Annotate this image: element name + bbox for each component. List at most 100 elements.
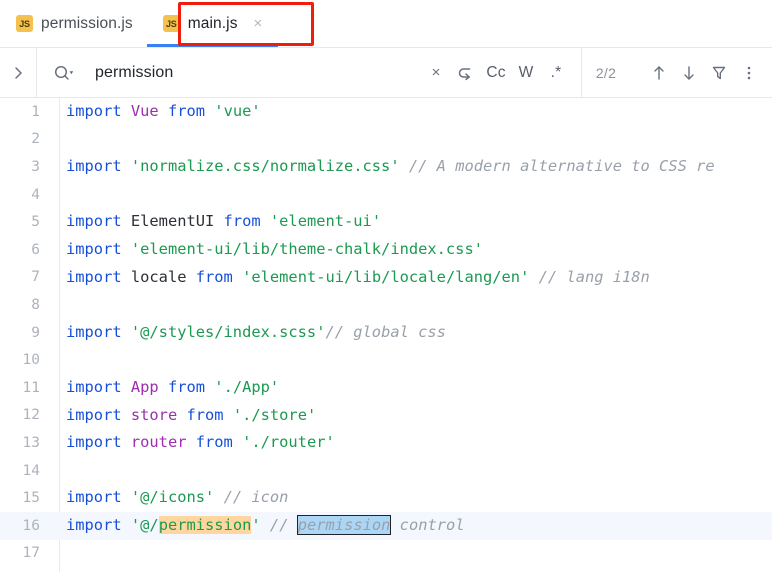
code-token: 'normalize.css/normalize.css'	[130, 157, 400, 176]
code-line[interactable]: 13 import router from './router'	[0, 429, 772, 457]
match-count-label: 2/2	[595, 64, 617, 81]
whole-words-button[interactable]: W	[511, 58, 541, 88]
code-token: import	[66, 212, 131, 231]
find-options: × Cc W .*	[421, 58, 581, 88]
more-options-icon[interactable]	[734, 58, 764, 88]
code-token: // A modern alternative to CSS re	[408, 157, 715, 176]
code-token: 'element-ui'	[269, 212, 382, 231]
filter-icon[interactable]	[704, 58, 734, 88]
code-token: '@/	[130, 516, 159, 534]
code-line[interactable]: 10	[0, 346, 772, 374]
code-token: store	[130, 405, 187, 424]
code-line[interactable]: 15 import '@/icons' // icon	[0, 484, 772, 512]
code-token: ElementUI	[130, 212, 224, 231]
code-line[interactable]: 11 import App from './App'	[0, 374, 772, 402]
code-line[interactable]: 9 import '@/styles/index.scss'// global c…	[0, 319, 772, 347]
code-token: '@/styles/index.scss'	[130, 322, 326, 341]
code-token: 'element-ui/lib/theme-chalk/index.css'	[130, 240, 483, 259]
code-token: // icon	[223, 488, 289, 507]
code-line[interactable]: 2	[0, 126, 772, 154]
code-token: import	[66, 488, 131, 507]
search-input[interactable]	[77, 48, 421, 97]
code-line[interactable]: 8	[0, 291, 772, 319]
code-line[interactable]: 3 import 'normalize.css/normalize.css' //…	[0, 153, 772, 181]
code-editor[interactable]: 1 import Vue from 'vue' 2 3 import 'normaliz…	[0, 98, 772, 574]
clear-search-icon[interactable]: ×	[421, 58, 451, 88]
code-token: from	[186, 405, 233, 424]
code-line-text: import ElementUI from 'element-ui'	[54, 214, 381, 229]
preserve-case-icon[interactable]	[451, 58, 481, 88]
code-token: locale	[130, 267, 196, 286]
code-token: //	[269, 516, 298, 534]
code-line[interactable]: 4	[0, 181, 772, 209]
code-token: App	[130, 378, 168, 397]
code-line[interactable]: 1 import Vue from 'vue'	[0, 98, 772, 126]
code-line[interactable]: 16 import '@/permission' // permission co…	[0, 511, 772, 540]
code-token: import	[66, 240, 131, 259]
code-token: // lang i18n	[538, 267, 650, 286]
line-number: 4	[31, 186, 40, 203]
code-line-text: import '@/styles/index.scss'// global cs…	[54, 322, 446, 341]
code-lines-container: 1 import Vue from 'vue' 2 3 import 'normaliz…	[0, 98, 772, 567]
code-line-text: import 'element-ui/lib/theme-chalk/index…	[54, 240, 483, 259]
code-line[interactable]: 5 import ElementUI from 'element-ui'	[0, 208, 772, 236]
code-token: './store'	[232, 405, 317, 424]
code-token: // global css	[325, 322, 446, 341]
code-line-text: import 'normalize.css/normalize.css' // …	[54, 159, 715, 174]
code-line[interactable]: 7 import locale from 'element-ui/lib/loca…	[0, 264, 772, 292]
code-token: '@/icons'	[130, 488, 215, 507]
match-case-button[interactable]: Cc	[481, 58, 511, 88]
search-icon[interactable]	[53, 64, 77, 82]
line-number: 14	[22, 462, 40, 479]
line-number: 1	[31, 103, 40, 120]
code-token: '	[251, 516, 261, 534]
line-number: 15	[22, 490, 40, 507]
code-token: import	[66, 405, 131, 424]
previous-match-icon[interactable]	[644, 58, 674, 88]
code-token: from	[167, 378, 215, 397]
next-match-icon[interactable]	[674, 58, 704, 88]
code-line-text: import '@/icons' // icon	[54, 490, 288, 505]
code-token: import	[66, 322, 131, 341]
line-number: 16	[22, 517, 40, 534]
line-number: 12	[22, 407, 40, 424]
search-match: permission	[158, 516, 252, 534]
code-line-text: import App from './App'	[54, 378, 279, 397]
code-token: from	[195, 267, 243, 286]
code-line[interactable]: 17	[0, 540, 772, 568]
code-token: import	[66, 378, 131, 397]
code-line[interactable]: 12 import store from './store'	[0, 402, 772, 430]
tab-label: main.js	[187, 14, 238, 32]
code-line-text: import router from './router'	[54, 435, 335, 450]
tab-close-icon[interactable]: ×	[252, 14, 265, 33]
line-number: 7	[31, 269, 40, 286]
chevron-right-icon[interactable]	[0, 65, 36, 81]
find-input-area: × Cc W .*	[37, 48, 581, 97]
line-number: 8	[31, 296, 40, 313]
js-file-icon: JS	[16, 15, 33, 32]
code-token: './router'	[242, 433, 335, 452]
code-token: import	[66, 516, 131, 534]
code-token: 'element-ui/lib/locale/lang/en'	[242, 267, 530, 286]
tab-permission-js[interactable]: JS permission.js	[0, 0, 147, 47]
code-line-text: import locale from 'element-ui/lib/local…	[54, 267, 650, 286]
current-search-match: permission	[296, 515, 392, 535]
code-token: import	[66, 157, 131, 176]
code-line[interactable]: 14	[0, 457, 772, 485]
code-token: import	[66, 433, 131, 452]
js-file-icon: JS	[162, 15, 180, 32]
line-number: 9	[31, 324, 40, 341]
code-line-text: import '@/permission' // permission cont…	[54, 515, 465, 535]
find-bar: × Cc W .* 2/2	[0, 48, 772, 98]
code-line-text: import store from './store'	[54, 405, 317, 424]
regex-button[interactable]: .*	[541, 58, 571, 88]
code-line[interactable]: 6 import 'element-ui/lib/theme-chalk/inde…	[0, 236, 772, 264]
tab-main-js[interactable]: JS main.js ×	[146, 0, 279, 47]
line-number: 5	[31, 214, 40, 231]
tab-label: permission.js	[41, 14, 133, 32]
line-number: 3	[31, 158, 40, 175]
code-token: 'vue'	[214, 102, 261, 121]
code-token: Vue	[130, 102, 168, 121]
